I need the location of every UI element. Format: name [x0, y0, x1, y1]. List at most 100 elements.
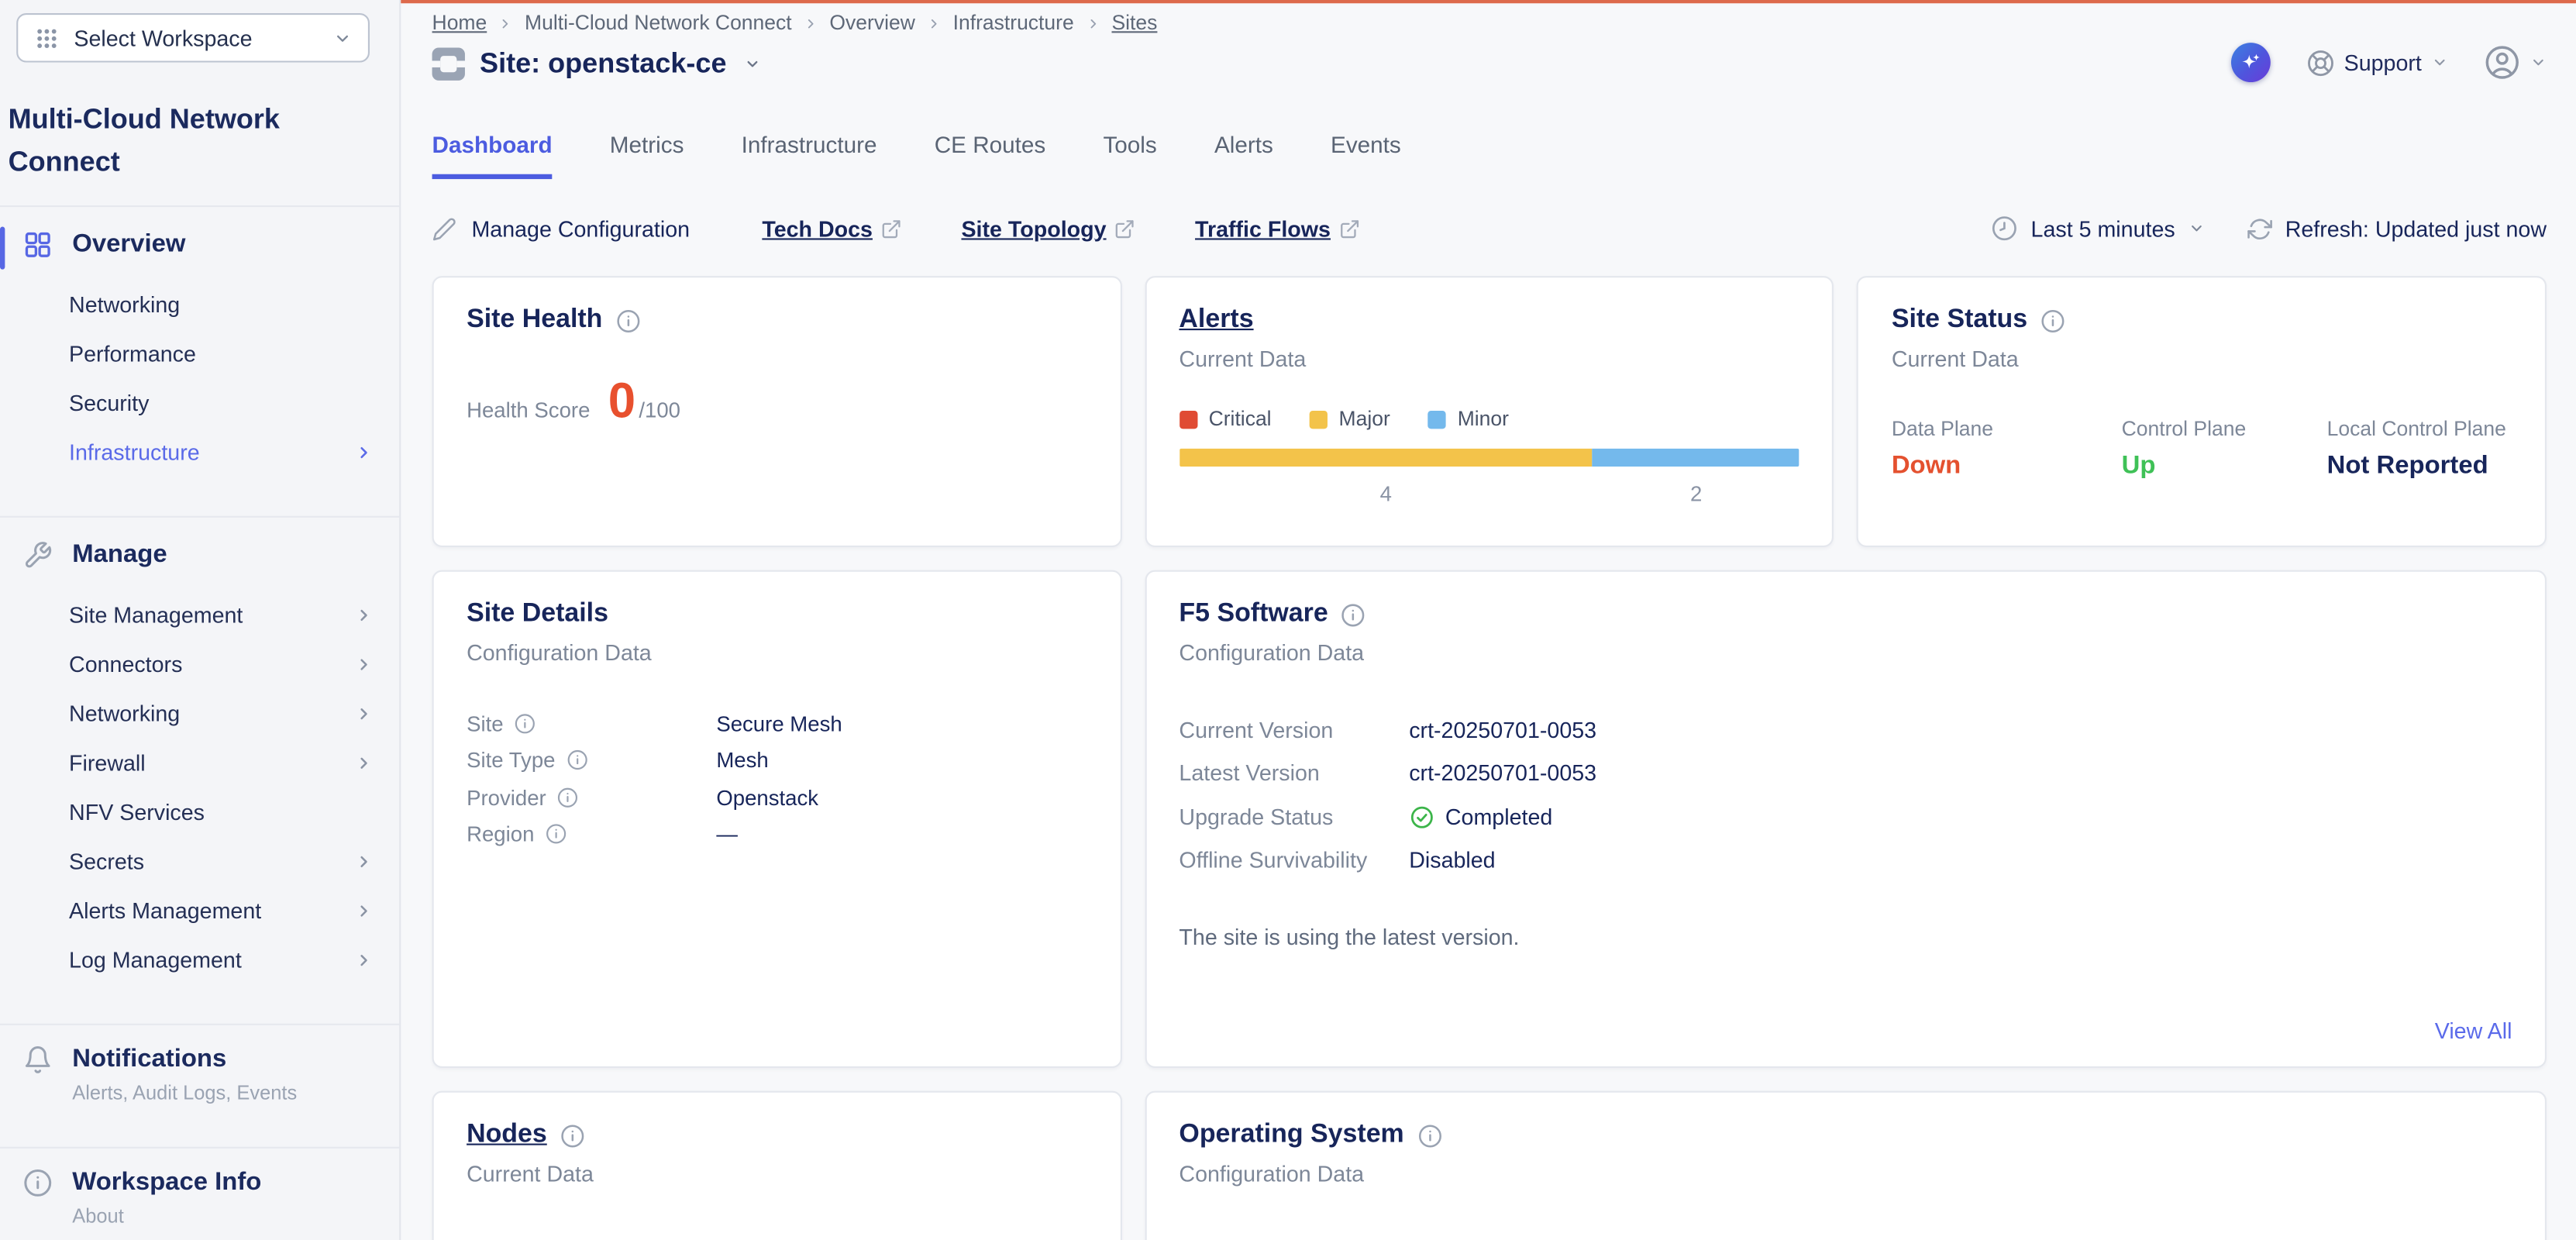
overview-grid-icon — [23, 230, 53, 260]
sidebar-item-networking[interactable]: Networking — [0, 279, 399, 329]
status-columns: Data Plane Down Control Plane Up Local C… — [1892, 417, 2512, 481]
external-link-icon — [881, 218, 903, 239]
site-details-card: Site Details Configuration Data Site Sec… — [432, 570, 1122, 1068]
breadcrumb-home[interactable]: Home — [432, 10, 487, 36]
view-all-link[interactable]: View All — [2435, 1018, 2512, 1043]
sidebar-item-networking-manage[interactable]: Networking — [0, 688, 399, 738]
chevron-down-icon — [2432, 54, 2448, 71]
active-indicator — [0, 227, 5, 270]
page-title-row: Site: openstack-ce — [432, 44, 2547, 84]
toolbar-right: Last 5 minutes Refresh: Updated just now — [1992, 215, 2547, 242]
chevron-right-icon — [1086, 16, 1100, 30]
tab-events[interactable]: Events — [1331, 132, 1401, 179]
sidebar-item-site-management[interactable]: Site Management — [0, 590, 399, 639]
info-icon[interactable] — [567, 749, 588, 771]
sidebar-item-connectors[interactable]: Connectors — [0, 639, 399, 689]
tab-alerts[interactable]: Alerts — [1214, 132, 1273, 179]
chevron-right-icon — [498, 16, 513, 30]
tab-tools[interactable]: Tools — [1103, 132, 1156, 179]
breadcrumb-workspace[interactable]: Multi-Cloud Network Connect — [525, 10, 792, 36]
f5-software-rows: Current Version crt-20250701-0053 Latest… — [1179, 708, 2512, 883]
chevron-down-icon — [2530, 54, 2547, 71]
sidebar-group-overview[interactable]: Overview — [0, 207, 399, 276]
status-value-control-plane: Up — [2122, 452, 2327, 481]
chevron-right-icon — [355, 753, 373, 771]
refresh-icon — [2247, 216, 2272, 241]
traffic-flows-link[interactable]: Traffic Flows — [1195, 216, 1360, 241]
grid-9-icon — [35, 26, 60, 50]
breadcrumb: Home Multi-Cloud Network Connect Overvie… — [432, 10, 2547, 36]
alerts-card-title-link[interactable]: Alerts — [1179, 305, 1253, 335]
info-icon[interactable] — [1417, 1123, 1442, 1148]
breadcrumb-infrastructure[interactable]: Infrastructure — [953, 10, 1074, 36]
card-subtitle: Current Data — [467, 1162, 1087, 1187]
user-menu[interactable] — [2484, 44, 2547, 81]
legend-swatch-major — [1309, 410, 1327, 428]
sidebar: Select Workspace Multi-Cloud Network Con… — [0, 0, 401, 1240]
card-title: Site Details — [467, 600, 608, 629]
chevron-right-icon — [927, 16, 942, 30]
health-score-value: 0 — [608, 378, 635, 428]
info-icon[interactable] — [615, 308, 640, 332]
sidebar-item-infrastructure[interactable]: Infrastructure — [0, 427, 399, 477]
info-icon[interactable] — [1341, 602, 1366, 627]
alerts-stacked-bar[interactable] — [1179, 449, 1799, 467]
info-icon[interactable] — [560, 1123, 585, 1148]
refresh-button[interactable]: Refresh: Updated just now — [2247, 216, 2547, 241]
chevron-down-icon — [333, 29, 351, 46]
info-icon[interactable] — [2040, 308, 2065, 332]
bar-segment-major[interactable] — [1179, 449, 1593, 467]
status-control-plane: Control Plane Up — [2122, 417, 2327, 481]
sidebar-group-manage[interactable]: Manage — [0, 518, 399, 587]
workspace-selector[interactable]: Select Workspace — [16, 13, 370, 63]
clock-icon — [1992, 215, 2018, 242]
info-icon[interactable] — [558, 787, 580, 808]
tab-ce-routes[interactable]: CE Routes — [935, 132, 1046, 179]
health-score-row: Health Score 0 /100 — [467, 378, 1087, 428]
sidebar-item-alerts-management[interactable]: Alerts Management — [0, 886, 399, 935]
bell-icon — [23, 1045, 53, 1104]
detail-row-region: Region — — [467, 816, 1087, 853]
sidebar-item-secrets[interactable]: Secrets — [0, 836, 399, 886]
chevron-right-icon — [355, 655, 373, 673]
time-range-selector[interactable]: Last 5 minutes — [1992, 215, 2205, 242]
bar-segment-minor[interactable] — [1593, 449, 1799, 467]
breadcrumb-sites[interactable]: Sites — [1111, 10, 1157, 36]
chevron-right-icon — [355, 443, 373, 460]
sidebar-item-log-management[interactable]: Log Management — [0, 935, 399, 984]
support-menu[interactable]: Support — [2306, 49, 2448, 77]
support-label: Support — [2344, 50, 2422, 75]
site-status-card: Site Status Current Data Data Plane Down… — [1857, 276, 2547, 547]
chevron-down-icon[interactable] — [745, 56, 761, 72]
app-root: Select Workspace Multi-Cloud Network Con… — [0, 0, 2576, 1240]
manage-configuration-button[interactable]: Manage Configuration — [432, 216, 690, 241]
legend-item-critical: Critical — [1179, 408, 1271, 431]
sidebar-item-security[interactable]: Security — [0, 378, 399, 428]
f5-version-note: The site is using the latest version. — [1179, 925, 2512, 950]
site-topology-link[interactable]: Site Topology — [961, 216, 1135, 241]
sidebar-item-workspace-info[interactable]: Workspace Info About — [0, 1149, 399, 1240]
openstack-icon — [432, 47, 465, 80]
toolbar: Manage Configuration Tech Docs Site Topo… — [432, 215, 2547, 242]
legend-item-major: Major — [1309, 408, 1390, 431]
info-icon — [23, 1168, 53, 1227]
operating-system-card: Operating System Configuration Data — [1145, 1091, 2547, 1240]
tab-metrics[interactable]: Metrics — [610, 132, 684, 179]
tech-docs-link[interactable]: Tech Docs — [762, 216, 902, 241]
sidebar-item-nfv-services[interactable]: NFV Services — [0, 787, 399, 836]
breadcrumb-overview[interactable]: Overview — [829, 10, 914, 36]
sidebar-item-performance[interactable]: Performance — [0, 329, 399, 378]
external-link-icon — [1339, 218, 1361, 239]
nodes-card-title-link[interactable]: Nodes — [467, 1121, 547, 1150]
tab-infrastructure[interactable]: Infrastructure — [742, 132, 877, 179]
sidebar-item-firewall[interactable]: Firewall — [0, 738, 399, 787]
ai-assistant-button[interactable] — [2230, 43, 2270, 82]
alerts-bar-labels: 4 2 — [1179, 481, 1799, 506]
info-icon[interactable] — [546, 824, 567, 846]
info-icon[interactable] — [515, 713, 536, 735]
tab-dashboard[interactable]: Dashboard — [432, 132, 553, 179]
sidebar-item-notifications[interactable]: Notifications Alerts, Audit Logs, Events — [0, 1025, 399, 1124]
check-circle-icon — [1409, 804, 1434, 829]
wrench-icon — [23, 540, 53, 570]
status-value-data-plane: Down — [1892, 452, 2122, 481]
